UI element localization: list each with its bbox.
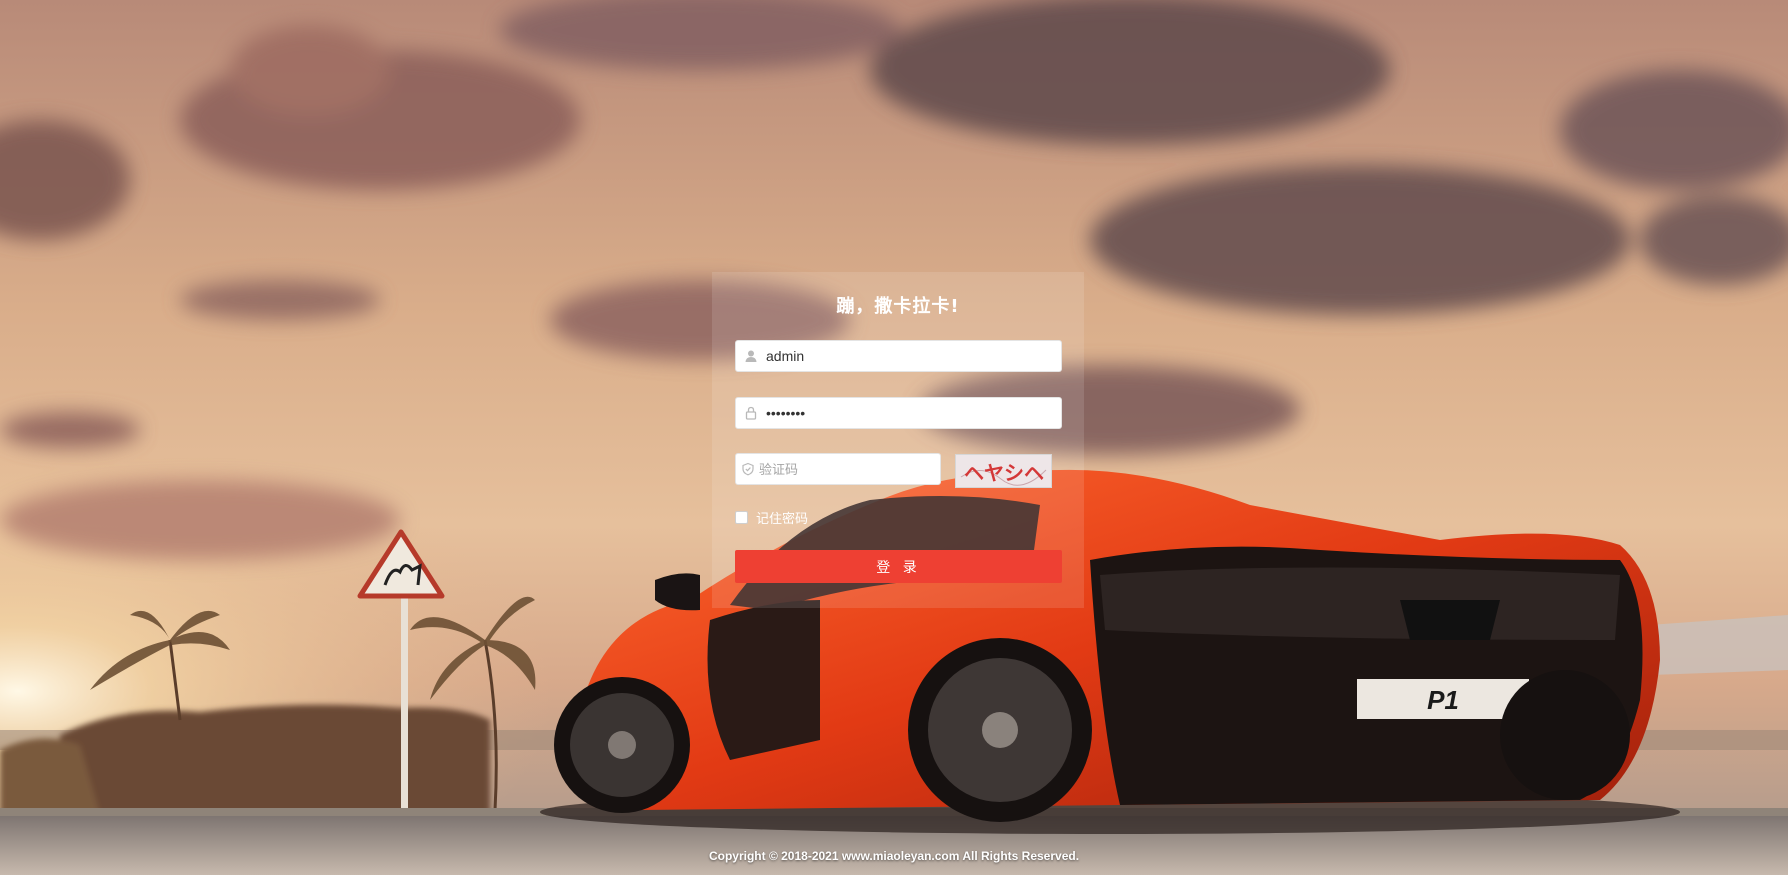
shield-icon [736, 454, 759, 484]
captcha-image[interactable]: ヘヤシヘ [955, 454, 1052, 488]
login-title: 蹦，撒卡拉卡! [836, 296, 960, 317]
captcha-input[interactable] [759, 454, 940, 484]
password-input[interactable] [766, 398, 1061, 428]
username-input[interactable] [766, 341, 1061, 371]
captcha-text: ヘヤシヘ [964, 461, 1044, 485]
password-field[interactable] [735, 397, 1062, 429]
remember-me[interactable]: 记住密码 [735, 508, 808, 527]
copyright-text: Copyright © 2018-2021 www.miaoleyan.com … [708, 849, 1080, 863]
captcha-field[interactable] [735, 453, 941, 485]
lock-icon [736, 398, 766, 428]
svg-text:P1: P1 [1427, 685, 1459, 715]
remember-checkbox[interactable] [735, 511, 748, 524]
login-button[interactable]: 登 录 [735, 550, 1062, 583]
username-field[interactable] [735, 340, 1062, 372]
user-icon [736, 341, 766, 371]
remember-label: 记住密码 [756, 512, 809, 527]
